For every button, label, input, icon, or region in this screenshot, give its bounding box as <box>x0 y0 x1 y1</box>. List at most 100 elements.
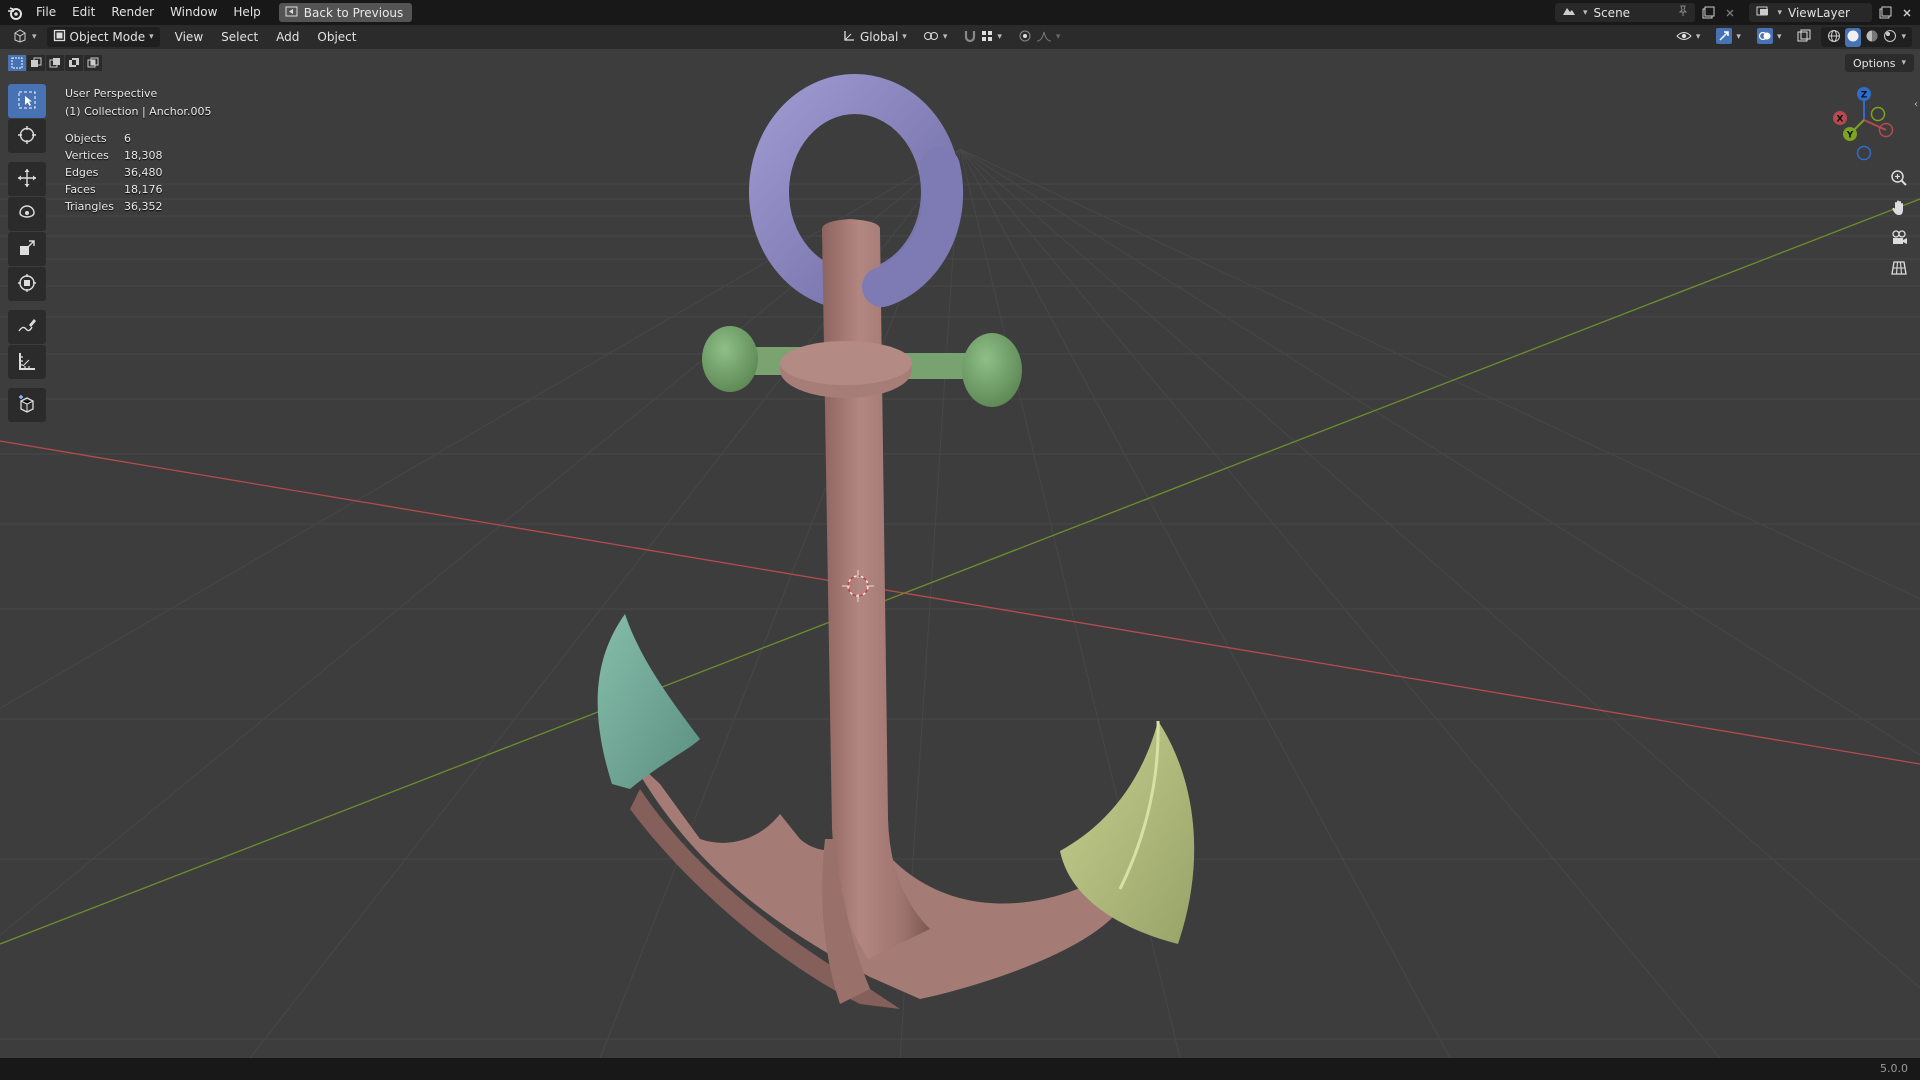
orientation-label: Global <box>860 30 899 44</box>
view-layer-name: ViewLayer <box>1788 5 1850 20</box>
tool-shelf <box>8 84 46 423</box>
pivot-point-selector[interactable]: ▾ <box>917 27 954 47</box>
proportional-editing-toggle[interactable]: ▾ <box>1012 27 1067 47</box>
pan-button[interactable] <box>1886 197 1912 221</box>
chevron-down-icon: ▾ <box>1736 32 1741 42</box>
measure-tool[interactable] <box>8 345 46 379</box>
chevron-down-icon: ▾ <box>1582 7 1588 18</box>
delete-view-layer-icon[interactable] <box>1898 4 1916 22</box>
menu-window[interactable]: Window <box>162 0 225 25</box>
gizmo-neg-z-axis[interactable] <box>1856 145 1872 161</box>
options-dropdown[interactable]: Options ▾ <box>1845 54 1914 72</box>
cursor-tool[interactable] <box>8 119 46 153</box>
material-shading-icon[interactable] <box>1865 29 1879 46</box>
ruler-icon <box>17 351 37 374</box>
view-layer-selector[interactable]: ▾ ViewLayer <box>1749 3 1872 22</box>
move-tool[interactable] <box>8 162 46 196</box>
add-cube-icon <box>17 394 37 417</box>
3d-viewport[interactable]: User Perspective (1) Collection | Anchor… <box>0 49 1920 1058</box>
perspective-label: User Perspective <box>65 87 158 100</box>
chevron-down-icon: ▾ <box>149 32 154 42</box>
menu-view[interactable]: View <box>166 25 212 49</box>
rendered-shading-icon[interactable] <box>1883 29 1897 46</box>
blender-logo-icon[interactable] <box>2 0 28 25</box>
camera-view-button[interactable] <box>1886 227 1912 251</box>
menu-edit[interactable]: Edit <box>64 0 103 25</box>
zoom-button[interactable] <box>1886 167 1912 191</box>
menu-select[interactable]: Select <box>212 25 267 49</box>
viewport-info-overlay: User Perspective (1) Collection | Anchor… <box>65 85 211 121</box>
pin-icon[interactable] <box>1677 5 1689 20</box>
magnet-icon <box>963 29 977 46</box>
stat-row: Objects 6 <box>65 130 163 147</box>
scene-icon <box>1561 5 1577 20</box>
back-to-previous-label: Back to Previous <box>303 5 404 20</box>
transform-tool[interactable] <box>8 267 46 301</box>
options-label: Options <box>1853 56 1896 70</box>
menu-add[interactable]: Add <box>267 25 308 49</box>
gizmo-icon <box>1716 27 1733 47</box>
annotate-tool[interactable] <box>8 310 46 344</box>
mode-selector[interactable]: Object Mode ▾ <box>46 27 160 47</box>
chevron-down-icon: ▾ <box>1055 32 1061 42</box>
back-to-previous-button[interactable]: Back to Previous <box>278 3 413 22</box>
visibility-selector[interactable]: ▾ <box>1670 27 1707 47</box>
chevron-down-icon: ▾ <box>32 32 37 42</box>
overlays-icon <box>1756 27 1773 47</box>
select-extend-mode-icon[interactable] <box>27 55 45 71</box>
viewport-scene <box>0 74 1920 1058</box>
scene-statistics: Objects 6 Vertices 18,308 Edges 36,480 Face… <box>65 130 163 215</box>
sidebar-toggle-icon[interactable]: ‹ <box>1914 99 1918 110</box>
menu-render[interactable]: Render <box>103 0 162 25</box>
select-box-tool[interactable] <box>8 84 46 118</box>
status-bar: 5.0.0 <box>0 1058 1920 1080</box>
orientation-icon <box>842 29 856 46</box>
delete-scene-icon[interactable] <box>1721 4 1739 22</box>
transform-icon <box>17 273 37 296</box>
scene-selector[interactable]: ▾ Scene <box>1554 3 1696 22</box>
stat-value: 36,352 <box>124 200 163 213</box>
solid-shading-icon[interactable] <box>1845 27 1862 47</box>
scale-tool[interactable] <box>8 232 46 266</box>
rotate-icon <box>17 203 37 226</box>
version-label: 5.0.0 <box>1880 1062 1908 1075</box>
editor-type-selector[interactable]: ▾ <box>6 27 43 47</box>
add-cube-tool[interactable] <box>8 388 46 422</box>
select-difference-mode-icon[interactable] <box>65 55 83 71</box>
stat-label: Objects <box>65 132 107 145</box>
shading-modes[interactable]: ▾ <box>1821 27 1912 47</box>
ortho-toggle-button[interactable] <box>1886 257 1912 281</box>
new-view-layer-icon[interactable] <box>1876 4 1894 22</box>
stat-label: Triangles <box>65 200 114 213</box>
gizmo-toggle[interactable]: ▾ <box>1710 27 1747 47</box>
rotate-tool[interactable] <box>8 197 46 231</box>
3d-viewport-icon <box>12 28 28 46</box>
cursor-select-icon <box>17 90 37 113</box>
transform-orientation-selector[interactable]: Global ▾ <box>836 27 913 47</box>
select-subtract-mode-icon[interactable] <box>46 55 64 71</box>
overlays-toggle[interactable]: ▾ <box>1751 27 1788 47</box>
collection-label: (1) Collection | Anchor.005 <box>65 105 212 118</box>
camera-icon <box>1890 229 1908 250</box>
menu-help[interactable]: Help <box>225 0 268 25</box>
navigation-gizmo[interactable]: Z X Y <box>1828 84 1900 164</box>
menu-file[interactable]: File <box>28 0 64 25</box>
xray-toggle[interactable] <box>1791 27 1817 47</box>
falloff-icon <box>1036 30 1052 45</box>
chevron-down-icon: ▾ <box>1777 7 1782 18</box>
snap-grid-icon <box>981 30 993 45</box>
select-new-mode-icon[interactable] <box>8 55 26 71</box>
back-icon <box>285 6 298 20</box>
select-intersect-mode-icon[interactable] <box>84 55 102 71</box>
x-axis-line <box>0 440 1920 765</box>
gizmo-neg-y-axis[interactable] <box>1870 106 1886 122</box>
pivot-icon <box>923 29 939 46</box>
selection-mode-group <box>8 55 102 71</box>
snap-toggle[interactable]: ▾ <box>957 27 1008 47</box>
new-scene-icon[interactable] <box>1699 4 1717 22</box>
wireframe-shading-icon[interactable] <box>1827 29 1841 46</box>
stat-value: 36,480 <box>124 166 163 179</box>
gizmo-y-label: Y <box>1846 131 1854 141</box>
gizmo-z-label: Z <box>1861 91 1868 101</box>
menu-object[interactable]: Object <box>308 25 365 49</box>
